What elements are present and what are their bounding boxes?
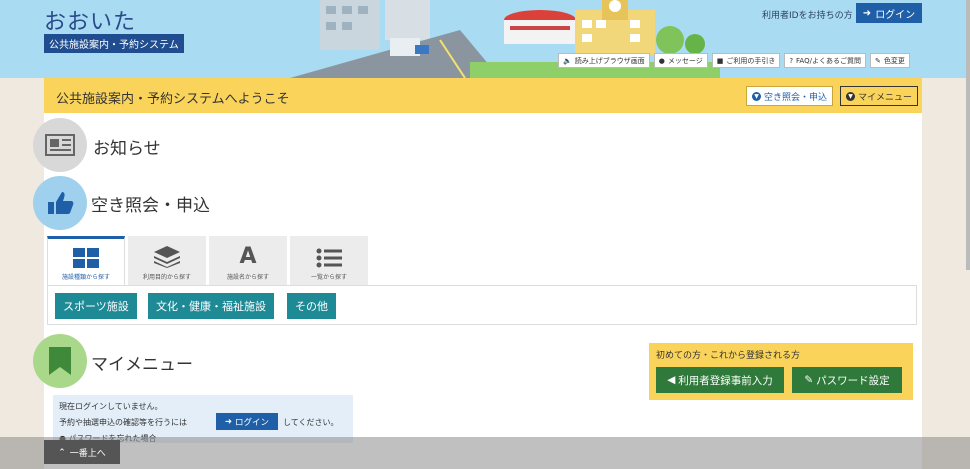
welcome-title: 公共施設案内・予約システムへようこそ	[56, 92, 290, 107]
tab-by-purpose[interactable]: 利用目的から探す	[128, 236, 206, 286]
speaker-icon: 🔈	[563, 56, 572, 65]
mymenu-section-title: マイメニュー	[91, 355, 193, 375]
brush-icon: ✎	[874, 56, 881, 65]
guide-button[interactable]: ■ ご利用の手引き	[711, 53, 781, 68]
color-change-button[interactable]: ✎ 色変更	[869, 53, 910, 68]
login-arrow-icon: ➜	[224, 416, 233, 426]
tab-by-facility-name[interactable]: A 施設名から探す	[209, 236, 287, 286]
pencil-icon: ✎	[804, 374, 814, 386]
bookmark-icon	[33, 334, 87, 388]
utility-toolbar: 🔈 読み上げブラウザ画面 ● メッセージ ■ ご利用の手引き ? FAQ/よくあるご質問…	[558, 53, 910, 68]
category-sports-button[interactable]: スポーツ施設	[55, 293, 137, 319]
book-icon: ■	[716, 56, 724, 65]
thumbs-up-icon	[33, 176, 87, 230]
list-icon	[316, 248, 342, 268]
back-to-top-button[interactable]: ⌃ 一番上へ	[44, 440, 120, 464]
send-icon: ◀	[667, 374, 676, 386]
chat-icon: ●	[658, 56, 665, 65]
grid-icon	[73, 248, 99, 268]
tab-by-facility-type[interactable]: 施設種類から探す	[47, 236, 125, 286]
login-arrow-icon: ➜	[862, 7, 872, 19]
status-instruction-post: してください。	[283, 418, 339, 427]
vacancy-section-title: 空き照会・申込	[91, 196, 210, 216]
faq-button[interactable]: ? FAQ/よくあるご質問	[784, 53, 866, 68]
login-prompt: 利用者IDをお持ちの方	[762, 11, 853, 21]
pre-register-button[interactable]: ◀ 利用者登録事前入力	[656, 367, 784, 393]
category-other-button[interactable]: その他	[287, 293, 336, 319]
site-subtitle: 公共施設案内・予約システム	[44, 34, 184, 53]
registration-title: 初めての方・これから登録される方	[656, 351, 801, 361]
message-button[interactable]: ● メッセージ	[653, 53, 708, 68]
registration-box: 初めての方・これから登録される方 ◀ 利用者登録事前入力 ✎ パスワード設定	[649, 343, 913, 400]
chevron-up-icon: ⌃	[58, 446, 66, 457]
welcome-bar: 公共施設案内・予約システムへようこそ ▼ 空き照会・申込 ▼ マイメニュー	[44, 78, 922, 113]
page-scrollbar[interactable]	[966, 0, 970, 270]
tab-by-list[interactable]: 一覧から探す	[290, 236, 368, 286]
status-not-logged-in: 現在ログインしていません。	[59, 402, 163, 411]
search-tabs: 施設種類から探す 利用目的から探す A 施設名から探す 一覧から探す	[47, 236, 368, 286]
news-section-title: お知らせ	[93, 139, 161, 159]
arrow-down-circle-icon: ▼	[846, 91, 855, 101]
footer-overlay	[0, 437, 970, 469]
arrow-down-circle-icon: ▼	[752, 91, 761, 101]
header-login-button[interactable]: ➜ ログイン	[856, 3, 922, 23]
newspaper-icon	[33, 118, 87, 172]
vacancy-nav-button[interactable]: ▼ 空き照会・申込	[746, 86, 834, 106]
read-aloud-button[interactable]: 🔈 読み上げブラウザ画面	[558, 53, 650, 68]
letter-a-icon: A	[239, 244, 257, 269]
layers-icon	[154, 246, 180, 268]
login-status-box: 現在ログインしていません。 予約や抽選申込の確認等を行うには ➜ ログイン して…	[53, 395, 353, 443]
inline-login-button[interactable]: ➜ ログイン	[216, 413, 278, 430]
site-header: おおいた 公共施設案内・予約システム 利用者IDをお持ちの方 ➜ ログイン 🔈 読…	[0, 0, 970, 78]
category-culture-button[interactable]: 文化・健康・福祉施設	[148, 293, 274, 319]
site-logo[interactable]: おおいた	[44, 4, 136, 36]
password-setting-button[interactable]: ✎ パスワード設定	[792, 367, 902, 393]
question-icon: ?	[789, 56, 794, 65]
status-instruction-pre: 予約や抽選申込の確認等を行うには	[59, 418, 187, 427]
mymenu-nav-button[interactable]: ▼ マイメニュー	[840, 86, 919, 106]
